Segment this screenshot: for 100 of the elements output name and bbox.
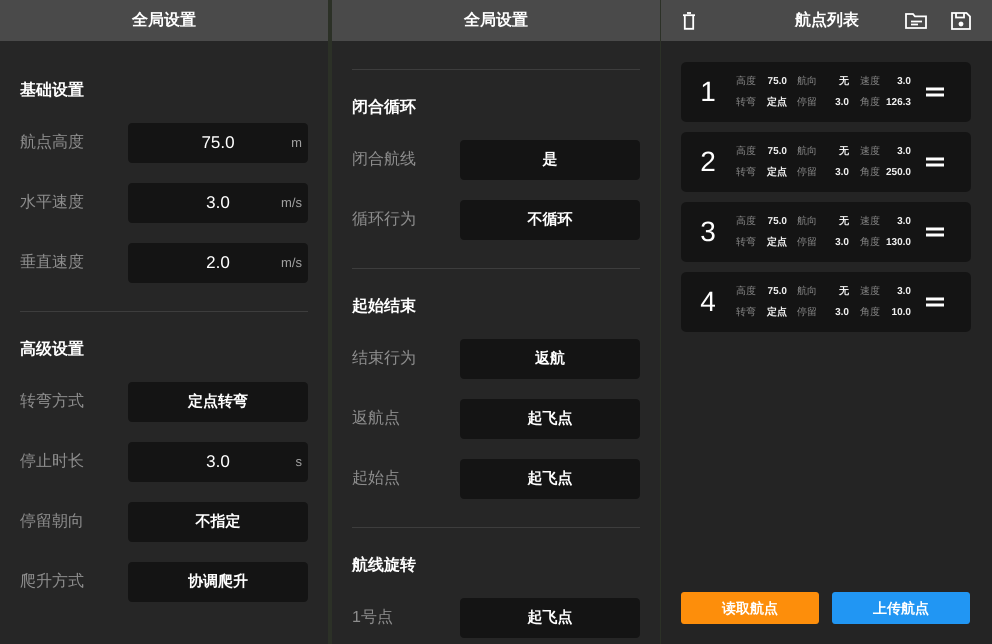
- select-field[interactable]: 返航: [460, 339, 640, 379]
- unit-label: m/s: [281, 194, 302, 212]
- field-value: 130.0: [884, 236, 911, 250]
- select-field[interactable]: 起飞点: [460, 459, 640, 499]
- section-title: 航线旋转: [352, 556, 417, 576]
- field-label: 航向: [797, 144, 817, 158]
- setting-label: 水平速度: [20, 193, 85, 213]
- setting-label: 停留朝向: [20, 512, 85, 532]
- drag-handle-icon[interactable]: [926, 297, 944, 307]
- field-label: 高度: [736, 284, 756, 298]
- unit-label: m: [291, 134, 302, 152]
- field-value: 3.0: [834, 166, 849, 180]
- drag-handle-icon[interactable]: [926, 227, 944, 237]
- select-field[interactable]: 定点转弯: [128, 382, 308, 422]
- waypoint-number: 4: [699, 286, 717, 318]
- field-label: 高度: [736, 74, 756, 88]
- waypoint-card[interactable]: 1 高度 75.0 航向 无 速度 3.0 转弯 定点 停留 3.0 角度 126.3: [681, 62, 971, 122]
- field-value: 无: [838, 284, 849, 298]
- field-label: 转弯: [736, 306, 756, 320]
- select-field[interactable]: 不指定: [128, 502, 308, 542]
- panel-title: 航点列表: [795, 10, 859, 30]
- drag-handle-icon[interactable]: [926, 157, 944, 167]
- field-value: 126.3: [884, 96, 911, 110]
- setting-label: 转弯方式: [20, 392, 85, 412]
- setting-label: 循环行为: [352, 210, 417, 230]
- field-label: 航向: [797, 214, 817, 228]
- setting-label: 1号点: [352, 608, 394, 628]
- field-label: 航向: [797, 74, 817, 88]
- waypoint-card[interactable]: 3 高度 75.0 航向 无 速度 3.0 转弯 定点 停留 3.0 角度 130.0: [681, 202, 971, 262]
- panel-title: 全局设置: [464, 10, 528, 30]
- section-title: 闭合循环: [352, 98, 417, 118]
- waypoint-number: 1: [699, 76, 717, 108]
- field-label: 速度: [860, 144, 880, 158]
- setting-label: 闭合航线: [352, 150, 417, 170]
- field-label: 转弯: [736, 236, 756, 250]
- field-value: 定点: [766, 166, 787, 180]
- field-label: 停留: [797, 166, 817, 180]
- section-title: 高级设置: [20, 340, 85, 360]
- field-label: 高度: [736, 214, 756, 228]
- waypoint-card[interactable]: 4 高度 75.0 航向 无 速度 3.0 转弯 定点 停留 3.0 角度 10.0: [681, 272, 971, 332]
- section-title: 基础设置: [20, 81, 85, 101]
- field-value: 3.0: [834, 306, 849, 320]
- section-title: 起始结束: [352, 297, 417, 317]
- setting-label: 结束行为: [352, 349, 417, 369]
- field-value: 3.0: [834, 96, 849, 110]
- select-field[interactable]: 协调爬升: [128, 562, 308, 602]
- field-value: 定点: [766, 306, 787, 320]
- field-label: 速度: [860, 214, 880, 228]
- number-field[interactable]: 3.0 m/s: [128, 183, 308, 223]
- setting-label: 垂直速度: [20, 253, 85, 273]
- setting-label: 航点高度: [20, 133, 85, 153]
- save-icon[interactable]: [951, 12, 971, 30]
- field-value: 75.0: [766, 284, 787, 298]
- number-field[interactable]: 3.0 s: [128, 442, 308, 482]
- field-label: 转弯: [736, 96, 756, 110]
- field-label: 停留: [797, 236, 817, 250]
- field-value: 3.0: [896, 214, 911, 228]
- number-field[interactable]: 75.0 m: [128, 123, 308, 163]
- field-value: 无: [838, 214, 849, 228]
- field-value: 250.0: [884, 166, 911, 180]
- select-field[interactable]: 起飞点: [460, 399, 640, 439]
- field-label: 速度: [860, 74, 880, 88]
- field-value: 无: [838, 144, 849, 158]
- trash-icon[interactable]: [683, 12, 695, 30]
- waypoint-card[interactable]: 2 高度 75.0 航向 无 速度 3.0 转弯 定点 停留 3.0 角度 250.0: [681, 132, 971, 192]
- field-value: 3.0: [896, 144, 911, 158]
- folder-icon[interactable]: [905, 12, 927, 28]
- setting-label: 起始点: [352, 469, 401, 489]
- unit-label: s: [296, 453, 302, 472]
- select-field[interactable]: 起飞点: [460, 598, 640, 638]
- field-label: 转弯: [736, 166, 756, 180]
- unit-label: m/s: [281, 254, 302, 272]
- field-value: 定点: [766, 236, 787, 250]
- field-label: 角度: [860, 96, 880, 110]
- field-value: 定点: [766, 96, 787, 110]
- drag-handle-icon[interactable]: [926, 87, 944, 97]
- panel-title: 全局设置: [132, 10, 196, 30]
- waypoint-number: 3: [699, 216, 717, 248]
- field-value: 3.0: [896, 74, 911, 88]
- select-field[interactable]: 不循环: [460, 200, 640, 240]
- field-value: 75.0: [766, 214, 787, 228]
- field-value: 3.0: [896, 284, 911, 298]
- field-label: 高度: [736, 144, 756, 158]
- field-label: 停留: [797, 96, 817, 110]
- setting-label: 爬升方式: [20, 572, 85, 592]
- field-value: 3.0: [834, 236, 849, 250]
- field-value: 无: [838, 74, 849, 88]
- setting-label: 停止时长: [20, 452, 85, 472]
- field-label: 角度: [860, 166, 880, 180]
- select-field[interactable]: 是: [460, 140, 640, 180]
- field-label: 速度: [860, 284, 880, 298]
- field-value: 10.0: [890, 306, 911, 320]
- field-value: 75.0: [766, 74, 787, 88]
- number-field[interactable]: 2.0 m/s: [128, 243, 308, 283]
- setting-label: 返航点: [352, 409, 401, 429]
- field-label: 角度: [860, 236, 880, 250]
- field-label: 角度: [860, 306, 880, 320]
- field-label: 航向: [797, 284, 817, 298]
- field-label: 停留: [797, 306, 817, 320]
- waypoint-number: 2: [699, 146, 717, 178]
